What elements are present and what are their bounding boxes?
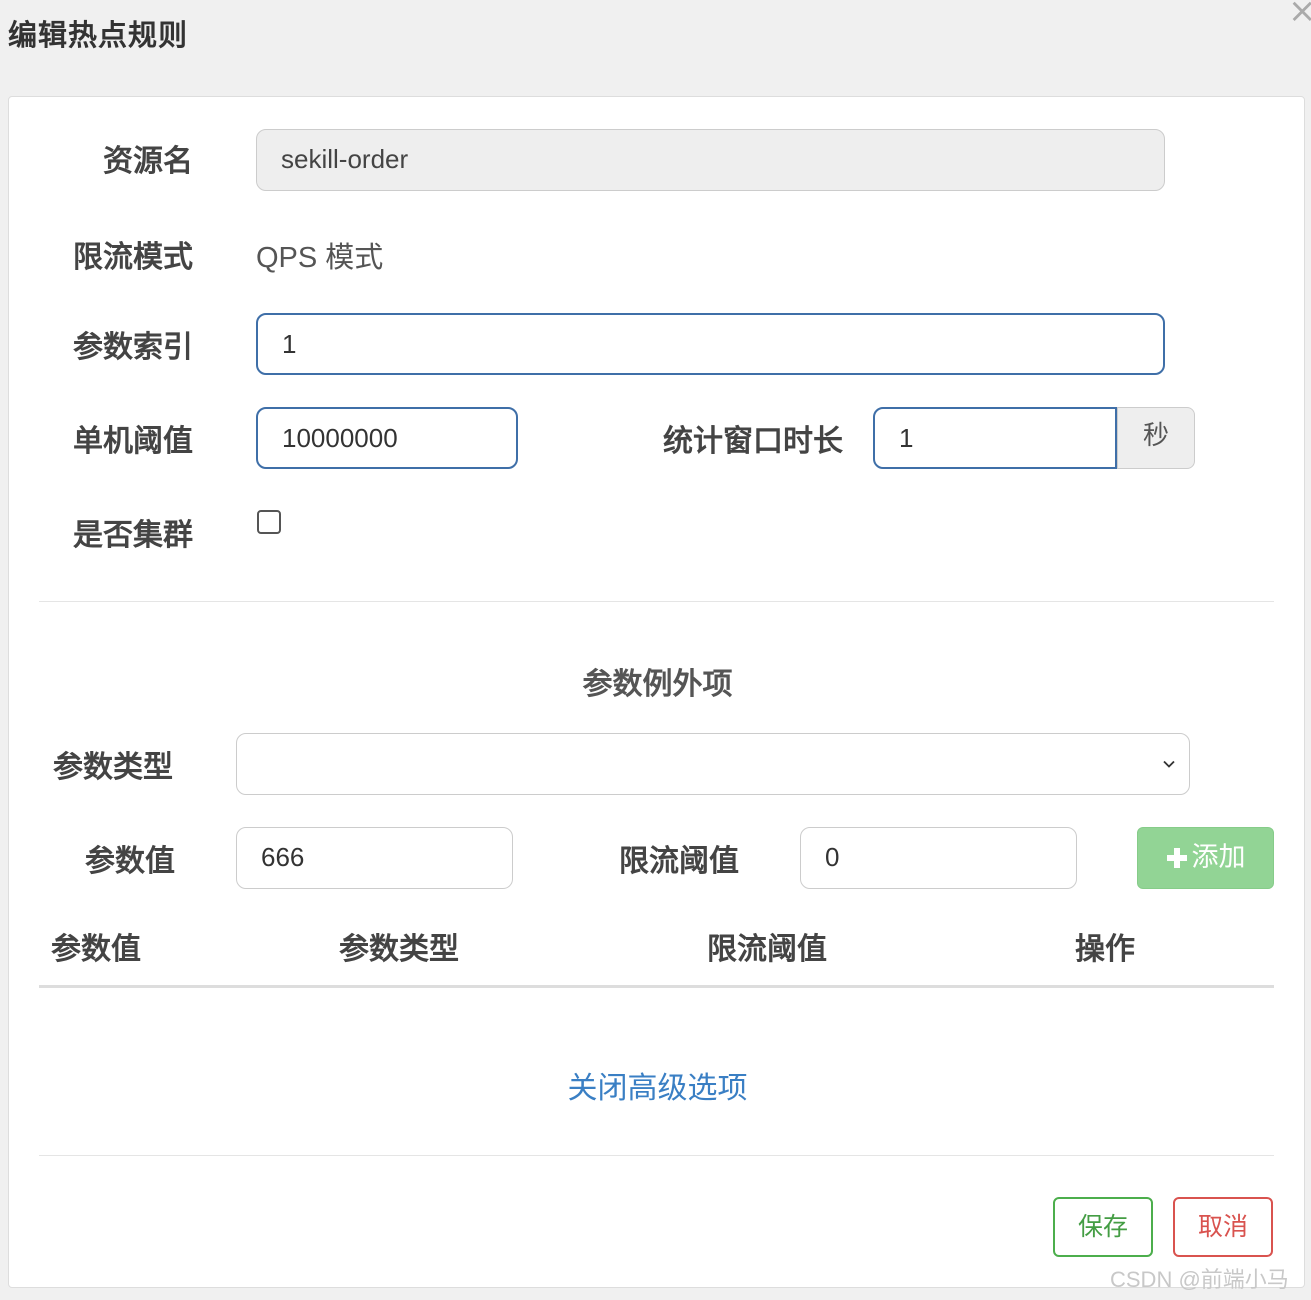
add-exception-button[interactable]: 添加 <box>1137 827 1274 889</box>
table-header-param-type: 参数类型 <box>339 932 459 967</box>
table-header-divider <box>39 985 1274 988</box>
plus-icon <box>1166 848 1187 868</box>
window-input[interactable]: 1 <box>873 407 1117 469</box>
cluster-label: 是否集群 <box>73 518 193 553</box>
param-type-select[interactable] <box>236 733 1190 795</box>
dialog-title: 编辑热点规则 <box>8 18 189 52</box>
exceptions-title: 参数例外项 <box>582 667 733 702</box>
param-index-label: 参数索引 <box>73 330 193 365</box>
resource-input: sekill-order <box>256 129 1165 191</box>
close-advanced-options-link[interactable]: 关闭高级选项 <box>9 1063 1306 1107</box>
save-button[interactable]: 保存 <box>1053 1197 1153 1257</box>
add-button-label: 添加 <box>1191 842 1246 873</box>
table-header-limit: 限流阈值 <box>707 932 827 967</box>
mode-label: 限流模式 <box>73 240 193 275</box>
window-unit-addon: 秒 <box>1117 407 1195 469</box>
table-header-actions: 操作 <box>1075 932 1135 967</box>
resource-label: 资源名 <box>103 144 193 179</box>
dialog-panel: 资源名 sekill-order 限流模式 QPS 模式 参数索引 1 单机阈值… <box>8 96 1305 1288</box>
cluster-checkbox[interactable] <box>257 510 281 534</box>
limit-input[interactable]: 0 <box>800 827 1077 889</box>
mode-value: QPS 模式 <box>256 242 384 274</box>
param-type-label: 参数类型 <box>53 750 173 785</box>
watermark: CSDN @前端小马 <box>1110 1267 1289 1292</box>
limit-label: 限流阈值 <box>619 844 739 879</box>
footer-divider <box>39 1155 1274 1156</box>
window-label: 统计窗口时长 <box>663 424 843 459</box>
cancel-button[interactable]: 取消 <box>1173 1197 1273 1257</box>
close-icon[interactable]: × <box>1288 0 1311 28</box>
param-value-input[interactable]: 666 <box>236 827 513 889</box>
threshold-label: 单机阈值 <box>73 424 193 459</box>
chevron-down-icon <box>1163 760 1175 768</box>
divider <box>39 601 1274 602</box>
param-value-label: 参数值 <box>85 844 175 879</box>
threshold-input[interactable]: 10000000 <box>256 407 518 469</box>
param-index-input[interactable]: 1 <box>256 313 1165 375</box>
table-header-param-value: 参数值 <box>51 932 141 967</box>
